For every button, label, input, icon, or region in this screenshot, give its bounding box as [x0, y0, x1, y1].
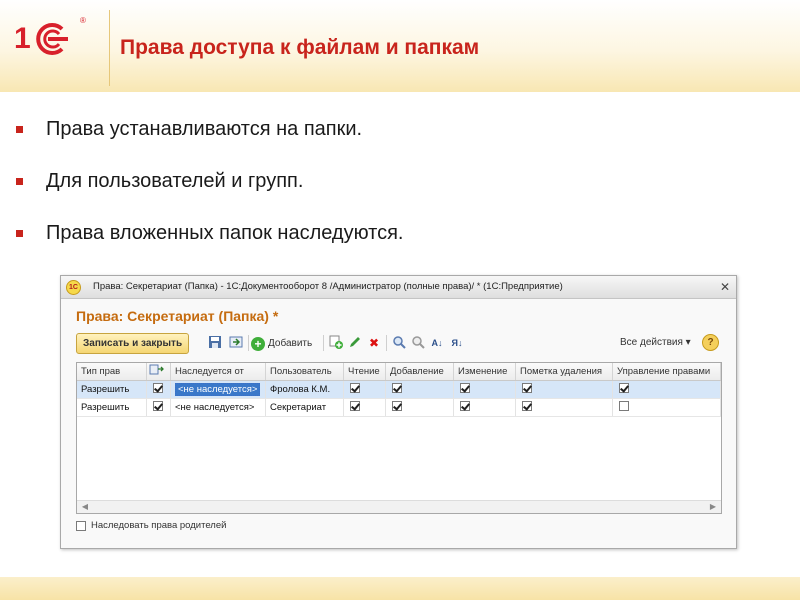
cell-manage[interactable] — [613, 399, 721, 416]
refresh-icon[interactable] — [228, 335, 244, 351]
cell-type[interactable]: Разрешить — [77, 381, 147, 398]
checkbox[interactable] — [619, 401, 629, 412]
logo-c-mark — [36, 23, 68, 55]
table-header: Тип прав Наследуется от Пользователь Чте… — [77, 363, 721, 381]
clear-search-icon[interactable] — [410, 335, 426, 351]
header-divider — [109, 10, 110, 86]
save-icon[interactable] — [207, 335, 223, 351]
cell-delete-mark[interactable] — [516, 381, 613, 398]
checkbox[interactable] — [350, 383, 360, 394]
slide-header: 1 ® Права доступа к файлам и папкам — [0, 0, 800, 92]
plus-icon: + — [251, 336, 265, 351]
cell-add[interactable] — [386, 399, 454, 416]
checkbox[interactable] — [153, 401, 163, 412]
bullet-marker — [16, 178, 23, 185]
bullet-text: Для пользователей и групп. — [46, 170, 304, 192]
bullet-text: Права вложенных папок наследуются. — [46, 222, 404, 244]
bullet-item: Права вложенных папок наследуются. — [16, 222, 403, 274]
bullet-item: Права устанавливаются на папки. — [16, 118, 403, 170]
cell-user[interactable]: Фролова К.М. — [266, 381, 344, 398]
cell-read[interactable] — [344, 399, 386, 416]
checkbox[interactable] — [522, 401, 532, 412]
form-title: Права: Секретариат (Папка) * — [76, 308, 279, 324]
inherit-parent-rights[interactable]: Наследовать права родителей — [76, 520, 226, 531]
all-actions-menu[interactable]: Все действия ▾ — [620, 337, 691, 348]
horizontal-scrollbar[interactable]: ◀ ▶ — [77, 500, 721, 513]
cell-manage[interactable] — [613, 381, 721, 398]
close-icon[interactable]: ✕ — [720, 280, 730, 294]
bullet-item: Для пользователей и групп. — [16, 170, 403, 222]
column-header[interactable]: Наследуется от — [171, 363, 266, 380]
window-title: Права: Секретариат (Папка) - 1С:Документ… — [93, 281, 563, 292]
cell-read[interactable] — [344, 381, 386, 398]
column-header[interactable]: Изменение — [454, 363, 516, 380]
checkbox[interactable] — [392, 383, 402, 394]
search-icon[interactable] — [391, 335, 407, 351]
inherit-parent-label: Наследовать права родителей — [91, 520, 227, 531]
edit-pencil-icon[interactable] — [347, 335, 363, 351]
checkbox[interactable] — [460, 401, 470, 412]
scroll-right-icon[interactable]: ▶ — [707, 501, 719, 513]
slide-footer — [0, 577, 800, 600]
column-header-inherit-icon[interactable] — [147, 363, 171, 380]
bullet-list: Права устанавливаются на папки. Для поль… — [16, 118, 403, 274]
cell-user[interactable]: Секретариат — [266, 399, 344, 416]
cell-add[interactable] — [386, 381, 454, 398]
cell-edit[interactable] — [454, 381, 516, 398]
checkbox[interactable] — [350, 401, 360, 412]
checkbox[interactable] — [522, 383, 532, 394]
cell-delete-mark[interactable] — [516, 399, 613, 416]
column-header[interactable]: Пометка удаления — [516, 363, 613, 380]
1c-logo: 1 ® — [14, 16, 86, 55]
1c-app-icon: 1С — [66, 280, 81, 295]
table-row[interactable]: Разрешить <не наследуется> Фролова К.М. — [77, 381, 721, 399]
checkbox[interactable] — [392, 401, 402, 412]
table-row[interactable]: Разрешить <не наследуется> Секретариат — [77, 399, 721, 417]
delete-icon[interactable]: ✖ — [366, 335, 382, 351]
sort-ascending-icon[interactable]: A↓ — [429, 335, 445, 351]
window-titlebar[interactable]: 1С Права: Секретариат (Папка) - 1С:Докум… — [61, 276, 736, 299]
checkbox[interactable] — [460, 383, 470, 394]
column-header[interactable]: Чтение — [344, 363, 386, 380]
bullet-text: Права устанавливаются на папки. — [46, 118, 363, 140]
inherit-parent-checkbox[interactable] — [76, 520, 86, 531]
scroll-left-icon[interactable]: ◀ — [79, 501, 91, 513]
toolbar: Записать и закрыть + Добавить ✖ A↓ Я↓ Вс… — [76, 332, 724, 356]
copy-add-icon[interactable] — [328, 335, 344, 351]
cell-flag[interactable] — [147, 399, 171, 416]
checkbox[interactable] — [153, 383, 163, 394]
cell-inherited-from[interactable]: <не наследуется> — [171, 399, 266, 416]
cell-inherited-from[interactable]: <не наследуется> — [171, 381, 266, 398]
column-header[interactable]: Управление правами — [613, 363, 721, 380]
cell-type[interactable]: Разрешить — [77, 399, 147, 416]
save-and-close-button[interactable]: Записать и закрыть — [76, 333, 190, 354]
cell-edit[interactable] — [454, 399, 516, 416]
cell-flag[interactable] — [147, 381, 171, 398]
sort-descending-icon[interactable]: Я↓ — [449, 335, 465, 351]
add-button-label: Добавить — [268, 338, 313, 349]
rights-window: 1С Права: Секретариат (Папка) - 1С:Докум… — [60, 275, 737, 549]
rights-table: Тип прав Наследуется от Пользователь Чте… — [76, 362, 722, 514]
column-header[interactable]: Тип прав — [77, 363, 147, 380]
column-header[interactable]: Добавление — [386, 363, 454, 380]
checkbox[interactable] — [619, 383, 629, 394]
column-header[interactable]: Пользователь — [266, 363, 344, 380]
slide-title: Права доступа к файлам и папкам — [120, 36, 480, 59]
bullet-marker — [16, 126, 23, 133]
inherit-icon — [149, 364, 164, 375]
add-button[interactable]: + Добавить — [251, 333, 312, 354]
bullet-marker — [16, 230, 23, 237]
help-icon[interactable]: ? — [702, 334, 719, 351]
